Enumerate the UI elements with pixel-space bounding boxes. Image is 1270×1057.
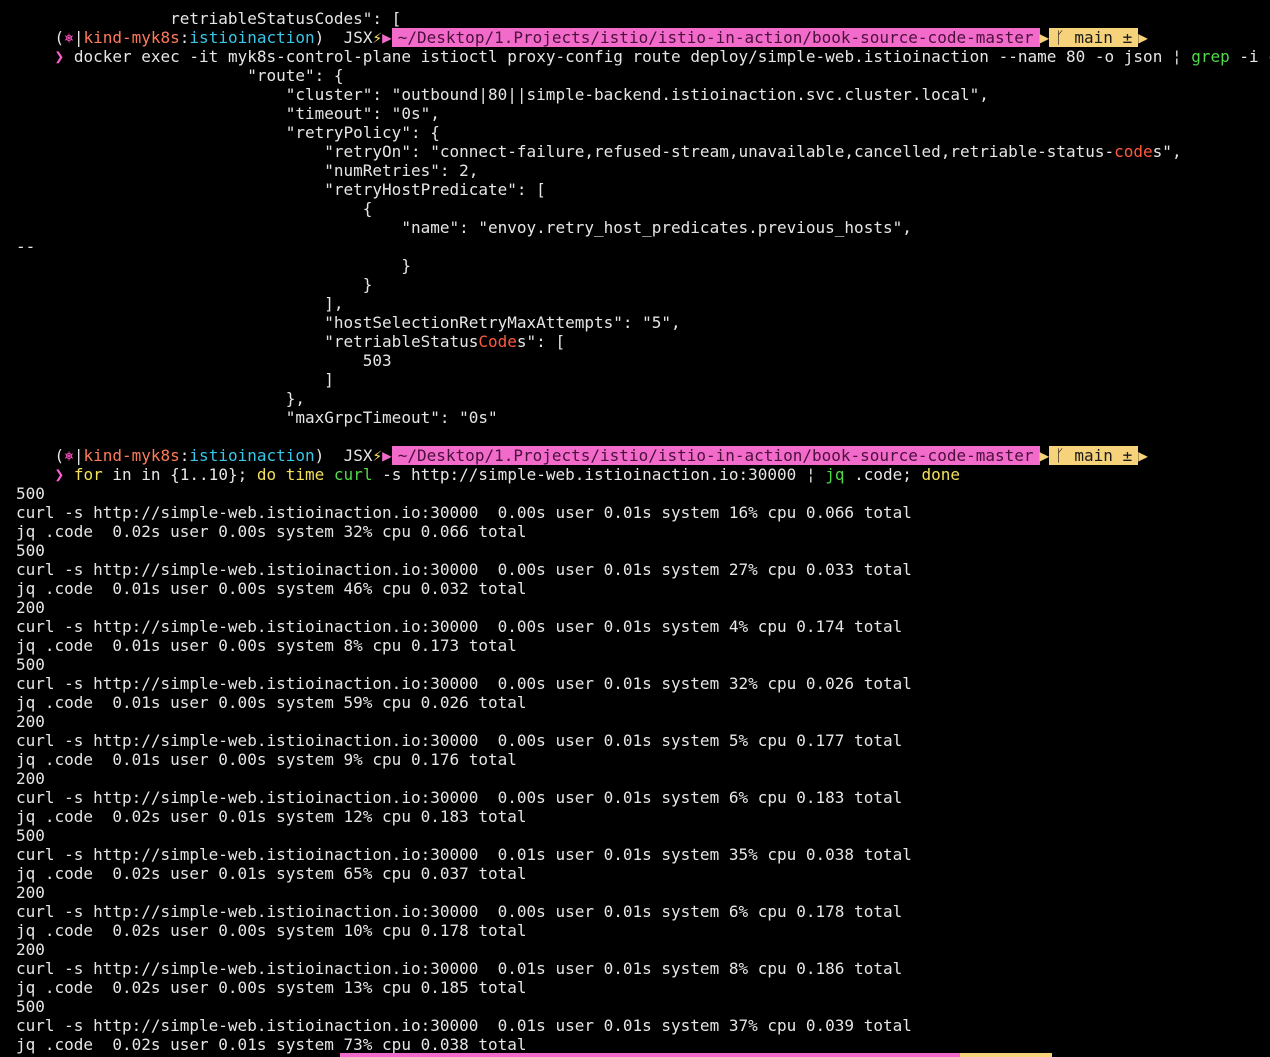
git-branch-icon: ᚴ: [1055, 446, 1065, 465]
status-code: 200: [16, 598, 45, 617]
json-line: 503: [16, 351, 392, 370]
status-code: 500: [16, 484, 45, 503]
json-line: "numRetries": 2,: [16, 161, 479, 180]
json-line: }: [16, 275, 373, 294]
curl-timing: curl -s http://simple-web.istioinaction.…: [16, 959, 903, 978]
shell-prompt: (⎈|kind-myk8s:istioinaction) JSX⚡▶ ~/Desk…: [54, 28, 1148, 47]
json-line: "name": "envoy.retry_host_predicates.pre…: [16, 218, 912, 237]
next-prompt-cwd-sliver: [340, 1053, 960, 1057]
curl-timing: curl -s http://simple-web.istioinaction.…: [16, 1016, 912, 1035]
segment-arrow-icon: ▶: [1138, 446, 1148, 465]
grep-match: code: [1114, 142, 1153, 161]
json-line: "maxGrpcTimeout": "0s": [16, 408, 498, 427]
json-line: "hostSelectionRetryMaxAttempts": "5",: [16, 313, 681, 332]
status-code: 200: [16, 712, 45, 731]
jq-timing: jq .code 0.01s user 0.00s system 9% cpu …: [16, 750, 517, 769]
json-line: "retryHostPredicate": [: [16, 180, 546, 199]
segment-arrow-icon: ▶: [1039, 446, 1050, 465]
json-line: retriableStatusCodes": [: [54, 9, 402, 28]
status-code: 500: [16, 655, 45, 674]
curl-timing: curl -s http://simple-web.istioinaction.…: [16, 560, 912, 579]
json-line: "retriableStatusCodes": [: [16, 332, 566, 351]
status-code: 500: [16, 997, 45, 1016]
json-line: {: [16, 199, 373, 218]
json-line: },: [16, 389, 305, 408]
prompt-arrow-icon: ❯: [54, 47, 65, 66]
jq-timing: jq .code 0.01s user 0.00s system 46% cpu…: [16, 579, 527, 598]
json-line: "route": {: [16, 66, 344, 85]
status-code: 200: [16, 883, 45, 902]
next-prompt-branch-sliver: [960, 1053, 1052, 1057]
curl-timing: curl -s http://simple-web.istioinaction.…: [16, 674, 912, 693]
json-line: "retryOn": "connect-failure,refused-stre…: [16, 142, 1182, 161]
jq-timing: jq .code 0.01s user 0.00s system 59% cpu…: [16, 693, 527, 712]
json-line: "timeout": "0s",: [16, 104, 440, 123]
command-line: ❯ docker exec -it myk8s-control-plane is…: [54, 47, 1270, 66]
status-code: 500: [16, 541, 45, 560]
git-branch: ᚴ main ±: [1049, 446, 1139, 465]
curl-timing: curl -s http://simple-web.istioinaction.…: [16, 788, 903, 807]
curl-timing: curl -s http://simple-web.istioinaction.…: [16, 902, 903, 921]
jq-timing: jq .code 0.02s user 0.01s system 73% cpu…: [16, 1035, 527, 1054]
grep-match: Code: [478, 332, 517, 351]
json-line: }: [16, 256, 411, 275]
terminal-window[interactable]: retriableStatusCodes": [ (⎈|kind-myk8s:i…: [0, 0, 1270, 1057]
shell-prompt: (⎈|kind-myk8s:istioinaction) JSX⚡▶ ~/Desk…: [54, 446, 1148, 465]
jq-timing: jq .code 0.02s user 0.01s system 12% cpu…: [16, 807, 527, 826]
json-line: ],: [16, 294, 344, 313]
curl-timing: curl -s http://simple-web.istioinaction.…: [16, 845, 912, 864]
curl-timing: curl -s http://simple-web.istioinaction.…: [16, 503, 912, 522]
status-code: 200: [16, 769, 45, 788]
grep-separator: --: [16, 237, 36, 256]
curl-timing: curl -s http://simple-web.istioinaction.…: [16, 617, 903, 636]
curl-timing: curl -s http://simple-web.istioinaction.…: [16, 731, 903, 750]
jq-timing: jq .code 0.02s user 0.00s system 32% cpu…: [16, 522, 527, 541]
prompt-arrow-icon: ❯: [54, 465, 65, 484]
json-line: ]: [16, 370, 334, 389]
json-line: "retryPolicy": {: [16, 123, 440, 142]
jq-timing: jq .code 0.02s user 0.01s system 65% cpu…: [16, 864, 527, 883]
jq-timing: jq .code 0.02s user 0.00s system 13% cpu…: [16, 978, 527, 997]
status-code: 200: [16, 940, 45, 959]
jq-timing: jq .code 0.02s user 0.00s system 10% cpu…: [16, 921, 527, 940]
json-line: "cluster": "outbound|80||simple-backend.…: [16, 85, 989, 104]
jq-timing: jq .code 0.01s user 0.00s system 8% cpu …: [16, 636, 517, 655]
command-line: ❯ for in in {1..10}; do time curl -s htt…: [54, 465, 961, 484]
status-code: 500: [16, 826, 45, 845]
